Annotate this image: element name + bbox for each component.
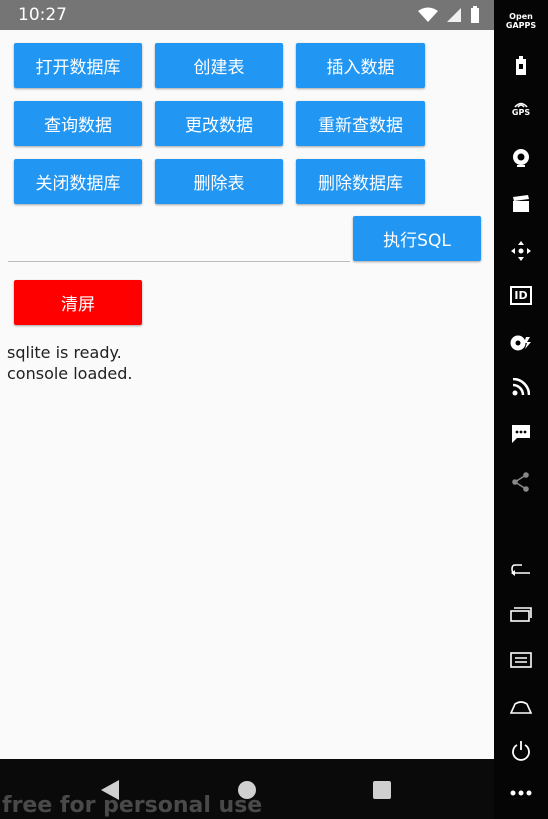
signal-icon [446,7,462,27]
console-output: sqlite is ready. console loaded. [7,342,133,384]
drop-table-button[interactable]: 删除表 [155,159,283,204]
dpad-icon[interactable] [494,240,548,262]
opengapps-logo[interactable]: Open GAPPS [494,12,548,30]
nav-recents-icon[interactable] [373,781,391,803]
battery-status-icon [470,6,480,28]
emulator-side-panel: Open GAPPS GPS ID [494,0,548,819]
gps-label: GPS [511,108,531,117]
gps-icon[interactable]: GPS [494,100,548,117]
app-content: 打开数据库 创建表 插入数据 查询数据 更改数据 重新查数据 关闭数据库 删除表… [0,30,494,759]
console-line: console loaded. [7,364,133,383]
more-icon[interactable] [494,790,548,796]
rss-icon[interactable] [494,378,548,396]
execute-sql-button[interactable]: 执行SQL [353,216,481,261]
status-time: 10:27 [18,5,67,25]
power-icon[interactable] [494,740,548,762]
open-db-button[interactable]: 打开数据库 [14,43,142,88]
console-line: sqlite is ready. [7,343,122,362]
share-icon[interactable] [494,472,548,492]
clapperboard-icon[interactable] [494,194,548,214]
status-bar: 10:27 [0,0,494,30]
home-icon[interactable] [494,698,548,714]
update-data-button[interactable]: 更改数据 [155,101,283,146]
recents-icon[interactable] [494,606,548,622]
status-icons [418,6,480,28]
brand-line-open: Open [509,12,533,21]
battery-icon[interactable] [494,56,548,76]
wifi-icon [418,7,438,27]
create-table-button[interactable]: 创建表 [155,43,283,88]
clear-screen-button[interactable]: 清屏 [14,280,142,325]
id-label: ID [510,286,532,305]
delete-db-button[interactable]: 删除数据库 [296,159,425,204]
message-icon[interactable] [494,424,548,444]
insert-data-button[interactable]: 插入数据 [296,43,425,88]
close-db-button[interactable]: 关闭数据库 [14,159,142,204]
disc-icon[interactable] [494,334,548,352]
menu-icon[interactable] [494,652,548,668]
watermark: free for personal use [2,793,263,818]
id-icon[interactable]: ID [494,286,548,305]
query-data-button[interactable]: 查询数据 [14,101,142,146]
back-icon[interactable] [494,560,548,576]
requery-data-button[interactable]: 重新查数据 [296,101,425,146]
sql-input[interactable] [8,227,350,262]
camera-icon[interactable] [494,148,548,168]
brand-line-gapps: GAPPS [505,21,537,30]
